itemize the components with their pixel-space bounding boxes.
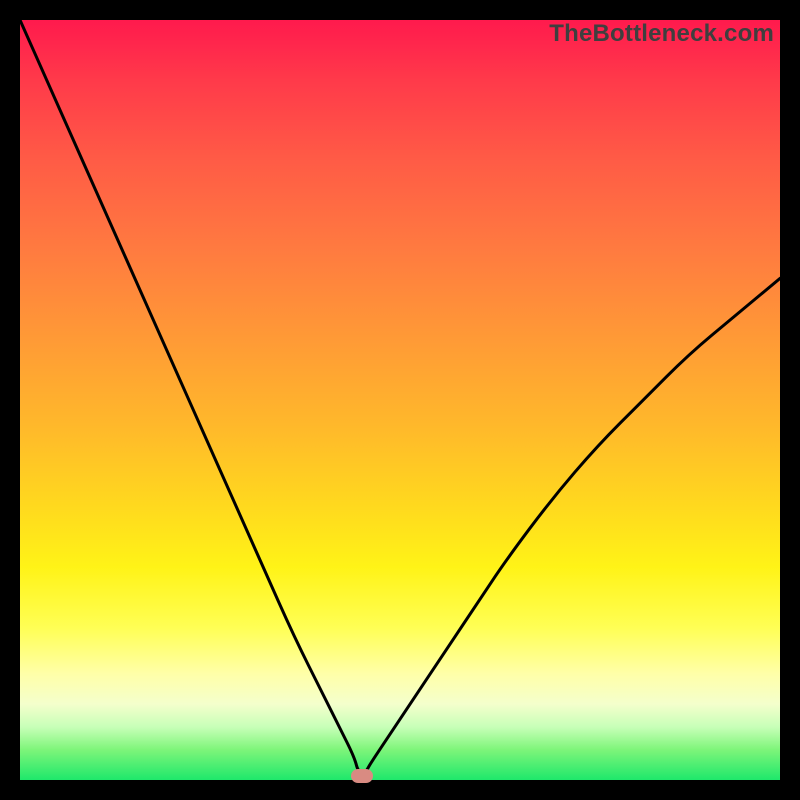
chart-frame: TheBottleneck.com <box>20 20 780 780</box>
minimum-marker <box>351 769 373 783</box>
bottleneck-curve <box>20 20 780 780</box>
